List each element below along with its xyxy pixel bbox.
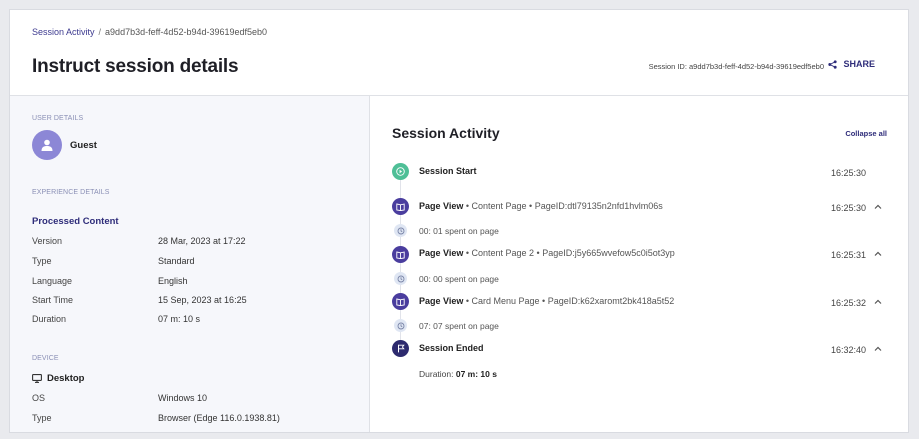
activity-title: Session Activity [392, 125, 500, 141]
breadcrumb-separator: / [98, 27, 102, 37]
event-title: Session Start [419, 166, 477, 176]
event-session-start: Session Start [419, 166, 477, 176]
collapse-all-button[interactable]: Collapse all [845, 129, 887, 138]
os-label: OS [32, 393, 46, 403]
share-button[interactable]: SHARE [828, 59, 875, 69]
event-title: Page View [419, 296, 464, 306]
avatar [32, 130, 62, 160]
duration-label: Duration [32, 314, 67, 324]
event-page-view[interactable]: Page View • Card Menu Page • PageID:k62x… [419, 296, 674, 306]
event-title: Page View [419, 201, 464, 211]
book-icon [392, 293, 409, 310]
time-spent-label: 00: 00 spent on page [419, 274, 499, 284]
language-label: Language [32, 276, 73, 286]
event-page-view[interactable]: Page View • Content Page 2 • PageID:j5y6… [419, 248, 675, 258]
event-title: Session Ended [419, 343, 484, 353]
page-header: Session Activity / a9dd7b3d-feff-4d52-b94d… [10, 10, 908, 96]
user-name: Guest [70, 140, 97, 151]
event-time: 16:25:30 [831, 168, 867, 178]
user-icon [41, 139, 53, 151]
event-page-view[interactable]: Page View • Content Page • PageID:dtl791… [419, 201, 663, 211]
experience-name: Processed Content [32, 216, 119, 227]
chevron-up-icon[interactable] [873, 249, 883, 259]
flag-icon [392, 340, 409, 357]
clock-icon [394, 319, 407, 332]
share-icon [828, 59, 838, 69]
book-icon [392, 198, 409, 215]
event-time: 16:25:32 [831, 298, 867, 308]
device-type-label: Type [32, 413, 52, 423]
breadcrumb-current: a9dd7b3d-feff-4d52-b94d-39619edf5eb0 [105, 27, 268, 37]
event-meta: • Content Page • PageID:dtl79135n2nfd1hv… [463, 201, 663, 211]
monitor-icon [32, 374, 42, 383]
details-panel: USER DETAILS Guest EXPERIENCE DETAILS Pr… [10, 96, 370, 432]
book-icon [392, 246, 409, 263]
share-label: SHARE [843, 59, 875, 69]
clock-icon [394, 272, 407, 285]
chevron-up-icon[interactable] [873, 344, 883, 354]
experience-details-heading: EXPERIENCE DETAILS [32, 189, 110, 196]
start-time-label: Start Time [32, 295, 74, 305]
session-activity-panel: Session Activity Collapse all Session St… [370, 96, 908, 432]
event-time: 16:25:31 [831, 250, 867, 260]
page-title: Instruct session details [32, 56, 239, 77]
event-meta: • Content Page 2 • PageID:j5y665wvefow5c… [463, 248, 675, 258]
event-title: Page View [419, 248, 464, 258]
session-duration: Duration: 07 m: 10 s [419, 369, 497, 379]
chevron-up-icon[interactable] [873, 297, 883, 307]
start-time-value: 15 Sep, 2023 at 16:25 [158, 295, 247, 305]
event-time: 16:32:40 [831, 345, 867, 355]
session-details-page: Session Activity / a9dd7b3d-feff-4d52-b94d… [9, 9, 909, 433]
event-session-ended[interactable]: Session Ended [419, 343, 484, 353]
chevron-up-icon[interactable] [873, 202, 883, 212]
time-spent-label: 07: 07 spent on page [419, 321, 499, 331]
breadcrumb: Session Activity / a9dd7b3d-feff-4d52-b94d… [32, 27, 267, 37]
version-value: 28 Mar, 2023 at 17:22 [158, 236, 246, 246]
session-id-label: Session ID: a9dd7b3d-feff-4d52-b94d-3961… [648, 62, 824, 71]
clock-icon [394, 224, 407, 237]
device-name: Desktop [32, 373, 84, 384]
language-value: English [158, 276, 188, 286]
duration-value: 07 m: 10 s [455, 369, 497, 379]
device-type-value: Browser (Edge 116.0.1938.81) [158, 413, 280, 423]
event-meta: • Card Menu Page • PageID:k62xaromt2bk41… [463, 296, 675, 306]
os-value: Windows 10 [158, 393, 208, 403]
event-time: 16:25:30 [831, 203, 867, 213]
breadcrumb-session-activity-link[interactable]: Session Activity [32, 27, 95, 37]
type-value: Standard [158, 256, 195, 266]
type-label: Type [32, 256, 52, 266]
version-label: Version [32, 236, 63, 246]
duration-label: Duration: [419, 369, 456, 379]
user-details-heading: USER DETAILS [32, 115, 84, 122]
duration-value: 07 m: 10 s [158, 314, 201, 324]
time-spent-label: 00: 01 spent on page [419, 226, 499, 236]
device-name-label: Desktop [47, 373, 85, 384]
device-heading: DEVICE [32, 355, 59, 362]
play-icon [392, 163, 409, 180]
